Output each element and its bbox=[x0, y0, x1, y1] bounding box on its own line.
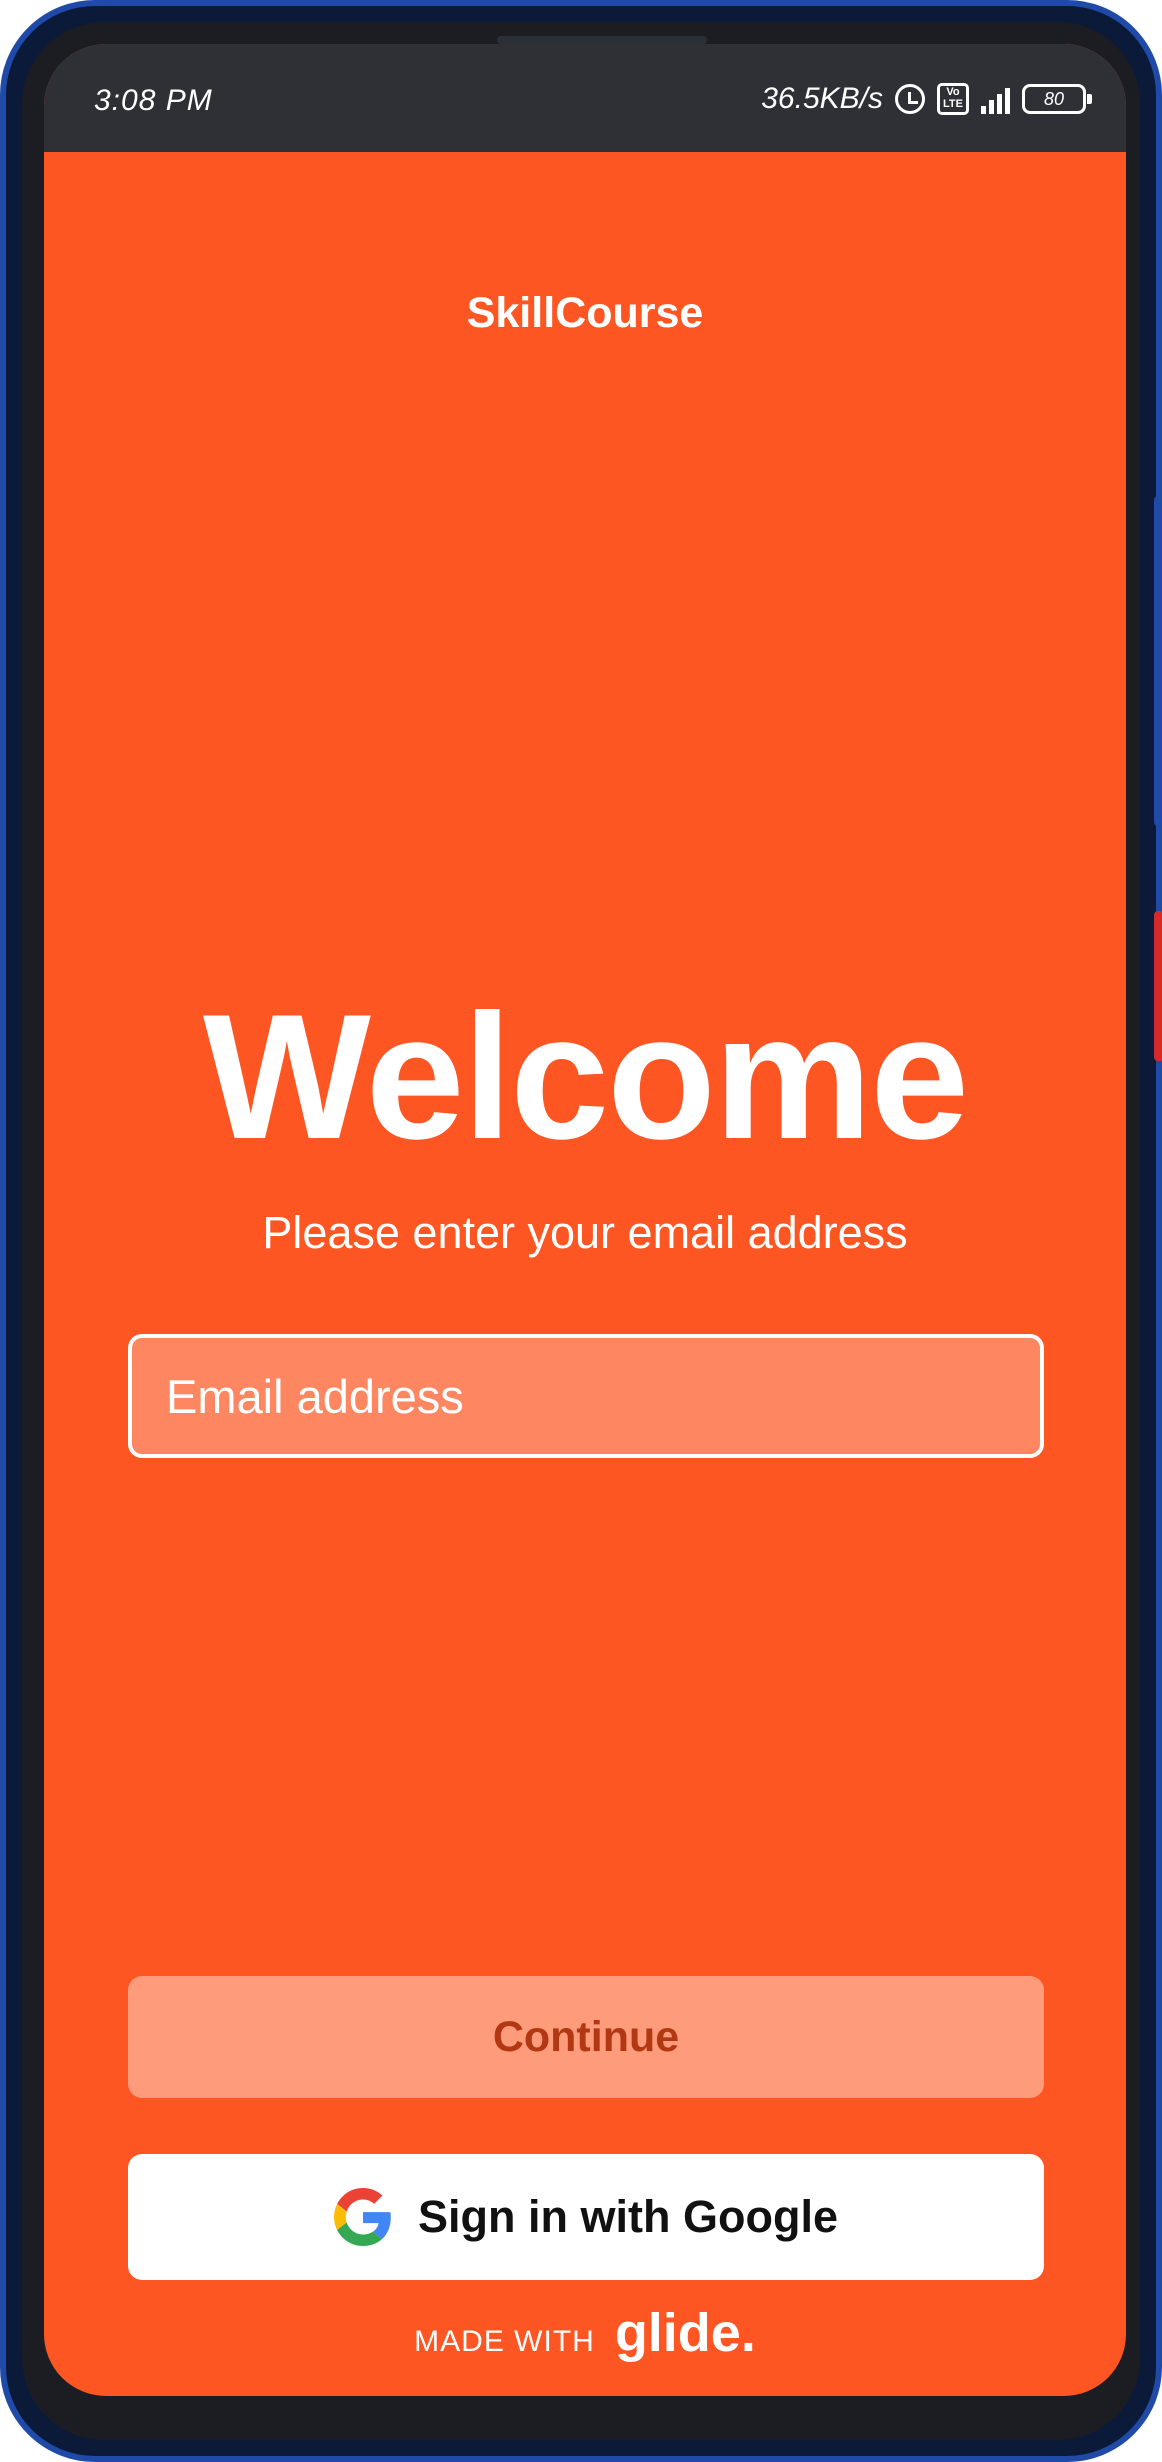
volte-icon: Vo LTE bbox=[937, 83, 969, 115]
google-button-label: Sign in with Google bbox=[418, 2191, 838, 2242]
continue-button[interactable]: Continue bbox=[128, 1976, 1044, 2098]
made-with-label: MADE WITH bbox=[414, 2325, 595, 2358]
signal-icon bbox=[981, 84, 1010, 114]
alarm-icon bbox=[895, 84, 925, 114]
app-title: SkillCourse bbox=[466, 289, 704, 337]
sign-in-with-google-button[interactable]: Sign in with Google bbox=[128, 2154, 1044, 2280]
email-prompt: Please enter your email address bbox=[262, 1207, 908, 1258]
email-field[interactable] bbox=[128, 1334, 1044, 1458]
glide-logo: glide. bbox=[614, 2303, 756, 2363]
welcome-heading: Welcome bbox=[202, 977, 969, 1176]
google-g-icon bbox=[334, 2188, 391, 2246]
power-key bbox=[1154, 911, 1162, 1061]
status-bar: 3:08 PM 36.5KB/s Vo LTE 80 bbox=[44, 44, 1126, 152]
network-speed: 36.5KB/s bbox=[761, 82, 883, 115]
phone-frame: 3:08 PM 36.5KB/s Vo LTE 80 SkillCourse W… bbox=[0, 0, 1162, 2462]
earpiece-speaker bbox=[497, 36, 707, 44]
status-time: 3:08 PM bbox=[94, 84, 213, 117]
made-with-glide-badge[interactable]: MADE WITH glide. bbox=[44, 2302, 1126, 2364]
volume-key bbox=[1154, 496, 1162, 826]
app-screen: 3:08 PM 36.5KB/s Vo LTE 80 SkillCourse W… bbox=[44, 44, 1126, 2396]
status-indicators: 36.5KB/s Vo LTE 80 bbox=[761, 82, 1092, 116]
battery-icon: 80 bbox=[1022, 84, 1092, 114]
